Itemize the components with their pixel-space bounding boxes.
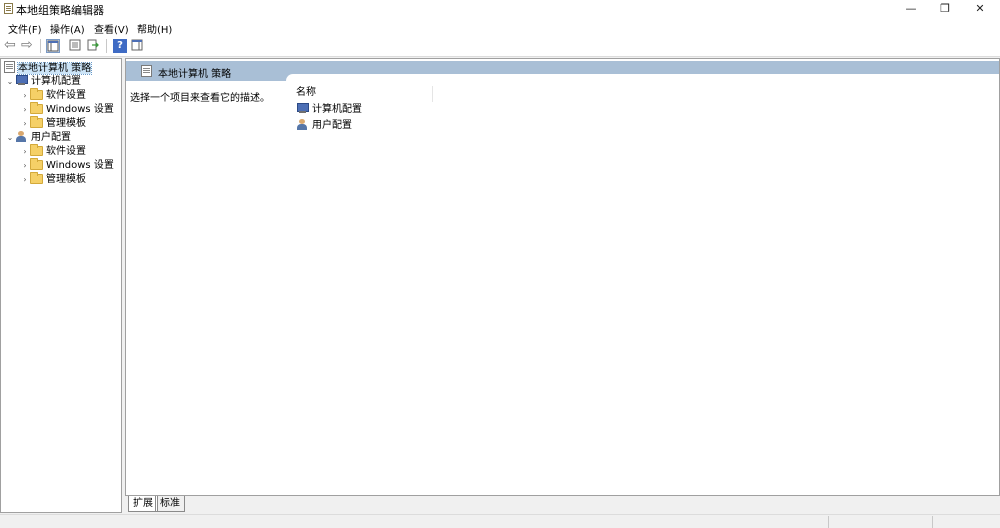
menu-file[interactable]: 文件(F) [8, 21, 42, 36]
chevron-right-icon[interactable]: › [20, 103, 30, 117]
tree-item-label: 计算机配置 [31, 76, 81, 87]
details-pane: 本地计算机 策略 选择一个项目来查看它的描述。 名称 计算机配置 用户配置 [125, 58, 1000, 496]
chevron-right-icon[interactable]: › [20, 89, 30, 103]
console-tree-icon [47, 40, 59, 52]
toolbar-separator [40, 39, 41, 53]
show-hide-tree-icon[interactable] [46, 39, 60, 53]
restore-button[interactable]: ❐ [928, 0, 962, 18]
tree-item-local-computer-policy[interactable]: 本地计算机 策略 [4, 61, 93, 75]
folder-icon [30, 158, 43, 170]
show-action-pane-icon[interactable] [131, 39, 145, 53]
title-bar: 本地组策略编辑器 — ❐ ✕ [0, 0, 1000, 18]
list-item[interactable]: 用户配置 [296, 119, 352, 133]
view-tabs: 扩展 标准 [125, 496, 1000, 513]
toolbar-separator [106, 39, 107, 53]
menu-action[interactable]: 操作(A) [50, 21, 85, 36]
tree-item-computer-windows-settings[interactable]: › Windows 设置 [20, 102, 114, 117]
menu-view[interactable]: 查看(V) [94, 21, 129, 36]
window-title: 本地组策略编辑器 [16, 4, 104, 17]
tree-item-label: Windows 设置 [46, 160, 114, 171]
toolbar: ⇦ ⇨ ? [0, 36, 1000, 57]
folder-icon [30, 144, 43, 156]
policy-icon [141, 65, 152, 77]
chevron-down-icon[interactable]: ⌄ [5, 75, 15, 89]
user-icon [15, 131, 28, 142]
policy-icon [4, 61, 15, 73]
chevron-right-icon[interactable]: › [20, 159, 30, 173]
properties-icon[interactable] [69, 39, 83, 53]
column-header-label: 名称 [296, 87, 316, 98]
folder-icon [30, 172, 43, 184]
tree-item-label: 管理模板 [46, 118, 86, 129]
tree-item-label: 软件设置 [46, 146, 86, 157]
tab-extended[interactable]: 扩展 [128, 496, 158, 512]
tree-item-user-windows-settings[interactable]: › Windows 设置 [20, 158, 114, 173]
folder-icon [30, 102, 43, 114]
tree-item-user-software-settings[interactable]: › 软件设置 [20, 144, 86, 159]
tree-item-label: 管理模板 [46, 174, 86, 185]
tree-item-user-configuration[interactable]: ⌄ 用户配置 [5, 131, 71, 145]
status-bar [0, 514, 1000, 528]
tree-item-label: 用户配置 [31, 132, 71, 143]
minimize-button[interactable]: — [894, 0, 928, 18]
tab-standard[interactable]: 标准 [155, 496, 185, 512]
folder-icon [30, 88, 43, 100]
details-header: 本地计算机 策略 [126, 61, 999, 81]
header-curve [286, 74, 999, 81]
computer-icon [296, 103, 309, 114]
status-divider [828, 516, 829, 528]
tree-item-computer-admin-templates[interactable]: › 管理模板 [20, 116, 86, 131]
header-tab: 本地计算机 策略 [131, 61, 289, 81]
close-button[interactable]: ✕ [963, 0, 997, 18]
user-icon [296, 119, 309, 130]
menu-help[interactable]: 帮助(H) [137, 21, 172, 36]
tree-item-user-admin-templates[interactable]: › 管理模板 [20, 172, 86, 187]
back-arrow-icon[interactable]: ⇦ [4, 38, 18, 53]
properties-sheet-icon [69, 39, 81, 51]
column-header-name[interactable]: 名称 [296, 86, 433, 102]
status-divider [932, 516, 933, 528]
forward-arrow-icon[interactable]: ⇨ [21, 38, 35, 53]
list-item-label: 计算机配置 [312, 104, 362, 115]
description-text: 选择一个项目来查看它的描述。 [130, 93, 270, 104]
folder-icon [30, 116, 43, 128]
tree-item-computer-configuration[interactable]: ⌄ 计算机配置 [5, 75, 81, 89]
menu-bar: 文件(F) 操作(A) 查看(V) 帮助(H) [0, 18, 1000, 36]
tree-item-label: Windows 设置 [46, 104, 114, 115]
tree-item-label: 本地计算机 策略 [16, 62, 93, 75]
computer-icon [15, 75, 28, 86]
help-icon[interactable]: ? [113, 39, 127, 53]
export-arrow-icon [87, 39, 99, 51]
chevron-right-icon[interactable]: › [20, 173, 30, 187]
tree-item-computer-software-settings[interactable]: › 软件设置 [20, 88, 86, 103]
export-list-icon[interactable] [87, 39, 101, 53]
policy-editor-app-icon [4, 3, 13, 14]
chevron-right-icon[interactable]: › [20, 117, 30, 131]
list-item-label: 用户配置 [312, 120, 352, 131]
tree-item-label: 软件设置 [46, 90, 86, 101]
action-pane-icon [131, 39, 143, 51]
chevron-right-icon[interactable]: › [20, 145, 30, 159]
chevron-down-icon[interactable]: ⌄ [5, 131, 15, 145]
console-tree: 本地计算机 策略 ⌄ 计算机配置 › 软件设置 › Windows 设置 › 管理模板 … [0, 58, 122, 513]
details-title: 本地计算机 策略 [158, 69, 232, 80]
list-item[interactable]: 计算机配置 [296, 103, 362, 117]
